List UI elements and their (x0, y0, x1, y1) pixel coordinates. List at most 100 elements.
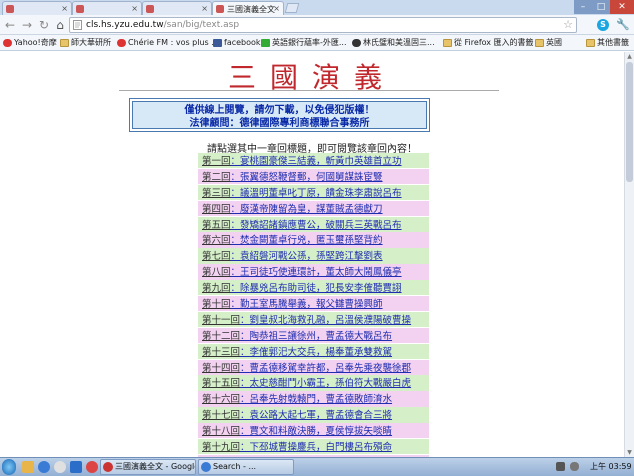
back-arrow-icon[interactable]: ← (2, 17, 18, 33)
favicon-icon (76, 5, 84, 13)
chapter-link[interactable]: 第十九回：下邳城曹操鏖兵，白門樓呂布殞命 (198, 439, 429, 455)
bookmark-label: facebook (224, 38, 261, 47)
close-icon[interactable]: × (201, 4, 208, 13)
chapter-title: 議溫明董卓叱丁原，饋金珠李肅說呂布 (240, 187, 402, 199)
bookmark-label: 英國 (546, 38, 562, 47)
taskbar: 三國演義全文 - Google ... Search - ... 上午 03:5… (0, 457, 634, 476)
chapter-link[interactable]: 第七回：袁紹磐河戰公孫，孫堅跨江擊劉表 (198, 248, 429, 264)
close-icon[interactable]: × (131, 4, 138, 13)
browser-tab[interactable]: × (142, 1, 212, 15)
chapter-link[interactable]: 第十七回：袁公路大起七軍，曹孟德會合三將 (198, 407, 429, 423)
chapter-link[interactable]: 第十三回：李傕郭汜大交兵，楊奉董承雙救駕 (198, 343, 429, 359)
bookmark-folder[interactable]: 從 Firefox 匯入的書籤 (443, 37, 534, 49)
page-icon (73, 20, 82, 30)
chapter-title: 劉皇叔北海救孔融，呂溫侯濮陽破曹操 (249, 314, 412, 326)
chapter-number: 第十四回 (202, 362, 241, 374)
forward-arrow-icon[interactable]: → (19, 17, 35, 33)
chapter-title: 陶恭祖三讓徐州，曹孟德大戰呂布 (249, 330, 393, 342)
folder-icon (443, 39, 452, 47)
chapter-separator: ： (230, 203, 241, 215)
browser-tab[interactable]: × (2, 1, 72, 15)
site-icon (352, 39, 361, 47)
chapter-link[interactable]: 第十回：勤王室馬騰舉義，報父讎曹操興師 (198, 296, 429, 312)
chapter-number: 第十二回 (202, 330, 241, 342)
taskbar-task[interactable]: 三國演義全文 - Google ... (100, 459, 196, 475)
chapter-link[interactable]: 第三回：議溫明董卓叱丁原，饋金珠李肅說呂布 (198, 184, 429, 201)
notice-line: 僅供線上閱覽，請勿下載，以免侵犯版權！ (184, 105, 375, 116)
chapter-number: 第四回 (202, 203, 231, 215)
facebook-icon (213, 39, 222, 47)
new-tab-button[interactable] (284, 3, 300, 13)
clock[interactable]: 上午 03:59 (590, 461, 632, 472)
word-icon[interactable] (70, 461, 82, 473)
chapter-link[interactable]: 第二回：張翼德怒鞭督郵，何國舅謀誅宦豎 (198, 168, 429, 185)
volume-icon[interactable] (570, 462, 579, 471)
chapter-number: 第八回 (202, 267, 231, 279)
minimize-button[interactable]: – (574, 0, 592, 14)
chapter-link[interactable]: 第十六回：呂奉先射戟轅門，曹孟德敗師淯水 (198, 391, 429, 407)
chapter-title: 發矯詔諸鎮應曹公，破關兵三英戰呂布 (240, 219, 402, 231)
tab-label: 三國演義全文 (227, 5, 275, 14)
chapter-separator: ： (230, 171, 241, 183)
home-icon[interactable]: ⌂ (52, 17, 68, 33)
bookmark-item[interactable]: 英語銀行蘊率-外匯... (261, 37, 347, 49)
chapter-separator: ： (240, 378, 250, 390)
app-icon[interactable] (86, 461, 98, 473)
chapter-link[interactable]: 第十二回：陶恭祖三讓徐州，曹孟德大戰呂布 (198, 327, 429, 344)
notice-line: 法律顧問：德律國際專利商標聯合事務所 (189, 118, 370, 129)
chapter-link[interactable]: 第十五回：太史慈酣鬥小霸王，孫伯符大戰嚴白虎 (198, 375, 429, 391)
bookmark-item[interactable]: facebook (213, 37, 261, 49)
search-icon (201, 462, 211, 472)
browser-tab-active[interactable]: 三國演義全文 × (212, 1, 284, 15)
skype-icon[interactable]: S (597, 19, 609, 31)
explorer-icon[interactable] (22, 461, 34, 473)
chapter-link[interactable]: 第九回：除暴兇呂布助司徒，犯長安李傕聽賈詡 (198, 280, 429, 296)
vertical-scrollbar[interactable]: ▲ ▼ (624, 52, 634, 457)
chrome-icon[interactable] (54, 461, 66, 473)
close-icon[interactable]: × (273, 4, 280, 13)
chapter-number: 第九回 (202, 283, 231, 295)
chapter-separator: ： (230, 156, 241, 167)
chapter-title: 焚金闕董卓行兇，匿玉璽孫堅背約 (240, 235, 383, 247)
chapter-number: 第三回 (202, 187, 231, 199)
chapter-link[interactable]: 第十八回：賈文和料敵決勝，夏侯惇拔矢啖睛 (198, 423, 429, 439)
chapter-link[interactable]: 第一回：宴桃園豪傑三結義，斬黃巾英雄首立功 (198, 153, 429, 169)
other-bookmarks-folder[interactable]: 其他書籤 (586, 37, 629, 49)
scrollbar-thumb[interactable] (626, 62, 633, 182)
start-button[interactable] (2, 459, 16, 475)
scroll-down-icon[interactable]: ▼ (625, 448, 634, 457)
chapter-title: 勤王室馬騰舉義，報父讎曹操興師 (240, 299, 383, 311)
bookmark-item[interactable]: Chérie FM : vos plus ... (117, 37, 219, 49)
bookmark-item[interactable]: 師大華研所 (60, 37, 111, 49)
chapter-list: 第一回：宴桃園豪傑三結義，斬黃巾英雄首立功 第二回：張翼德怒鞭督郵，何國舅謀誅宦豎… (198, 153, 429, 457)
chapter-separator: ： (230, 251, 241, 263)
close-window-button[interactable]: ✕ (610, 0, 634, 14)
wrench-icon[interactable]: 🔧 (616, 18, 630, 31)
chapter-link[interactable]: 第十四回：曹孟德移駕幸許都，呂奉先乘夜襲徐郡 (198, 359, 429, 375)
chapter-title: 王司徒巧使連環計，董太師大鬧鳳儀亭 (240, 267, 402, 279)
chapter-separator: ： (230, 235, 241, 247)
ie-icon[interactable] (38, 461, 50, 473)
bookmark-item[interactable]: Yahoo!奇摩 (3, 37, 57, 49)
scroll-up-icon[interactable]: ▲ (625, 52, 634, 61)
taskbar-task[interactable]: Search - ... (198, 459, 294, 475)
bookmark-item[interactable]: 林氏璧和美溫固三... (352, 37, 435, 49)
bookmark-folder[interactable]: 英國 (535, 37, 562, 49)
divider (119, 90, 499, 91)
reload-icon[interactable]: ↻ (36, 17, 52, 33)
chapter-title: 賈文和料敵決勝，夏侯惇拔矢啖睛 (249, 426, 393, 438)
close-icon[interactable]: × (61, 4, 68, 13)
chapter-separator: ： (240, 314, 250, 326)
chapter-link[interactable]: 第六回：焚金闕董卓行兇，匿玉璽孫堅背約 (198, 232, 429, 248)
chapter-link[interactable]: 第五回：發矯詔諸鎮應曹公，破關兵三英戰呂布 (198, 216, 429, 232)
network-icon[interactable] (556, 462, 565, 471)
browser-tab[interactable]: × (72, 1, 142, 15)
maximize-button[interactable]: □ (592, 0, 610, 14)
bookmark-star-icon[interactable]: ☆ (563, 18, 573, 31)
url-host: cls.hs.yzu.edu.tw (86, 20, 164, 30)
chapter-link[interactable]: 第十一回：劉皇叔北海救孔融，呂溫侯濮陽破曹操 (198, 311, 429, 328)
address-bar[interactable]: cls.hs.yzu.edu.tw/san/big/text.asp ☆ (69, 17, 577, 33)
chapter-link[interactable]: 第四回：廢漢帝陳留為皇，謀董賊孟德獻刀 (198, 200, 429, 216)
chapter-title: 曹孟德移駕幸許都，呂奉先乘夜襲徐郡 (249, 362, 412, 374)
chapter-link[interactable]: 第八回：王司徒巧使連環計，董太師大鬧鳳儀亭 (198, 264, 429, 280)
